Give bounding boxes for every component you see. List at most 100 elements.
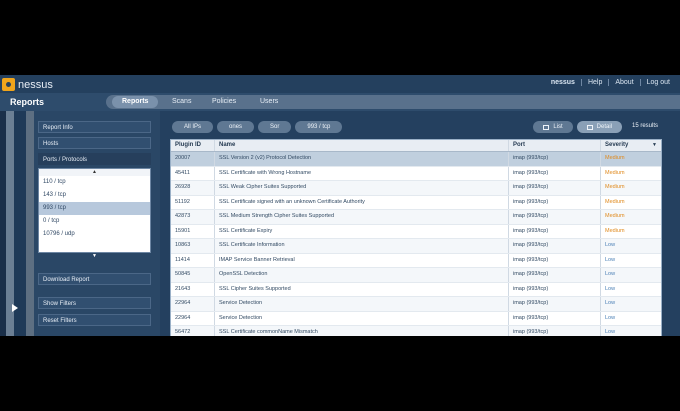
plugin-id-cell: 10863 — [171, 239, 215, 253]
tab-reports[interactable]: Reports — [112, 96, 159, 108]
page-title: Reports — [10, 97, 45, 107]
view-toggle: List Detail — [533, 121, 622, 133]
table-row[interactable]: 56472 SSL Certificate commonName Mismatch… — [171, 326, 661, 336]
plugin-id-cell: 15901 — [171, 224, 215, 238]
port-cell: imap (993/tcp) — [509, 224, 601, 238]
table-row[interactable]: 22964 Service Detection imap (993/tcp) Low — [171, 297, 661, 312]
plugin-id-cell: 42873 — [171, 210, 215, 224]
severity-cell: Low — [605, 256, 616, 263]
nav-bar: Reports Reports Scans Policies Users — [0, 93, 680, 111]
severity-cell: Medium — [605, 198, 625, 205]
ports-list: ▲ 110 / tcp 143 / tcp 993 / tcp 0 / tcp … — [38, 168, 151, 253]
table-row[interactable]: 15901 SSL Certificate Expiry imap (993/tcp… — [171, 224, 661, 239]
scroll-up-icon[interactable]: ▲ — [39, 169, 150, 176]
port-cell: imap (993/tcp) — [509, 152, 601, 166]
name-cell: SSL Weak Cipher Suites Supported — [215, 181, 509, 195]
nessus-logo[interactable]: nessus — [2, 78, 53, 91]
column-plugin-id[interactable]: Plugin ID — [171, 140, 215, 151]
tab-policies[interactable]: Policies — [202, 96, 246, 108]
port-item[interactable]: 10796 / udp — [39, 228, 150, 241]
port-cell: imap (993/tcp) — [509, 297, 601, 311]
table-row[interactable]: 21643 SSL Cipher Suites Supported imap (99… — [171, 282, 661, 297]
breadcrumb-port[interactable]: 993 / tcp — [295, 121, 343, 133]
table-row[interactable]: 11414 IMAP Service Banner Retrieval imap (… — [171, 253, 661, 268]
table-row[interactable]: 45411 SSL Certificate with Wrong Hostname… — [171, 166, 661, 181]
detail-view-label: Detail — [596, 124, 612, 130]
breadcrumb-all-ips[interactable]: All IPs — [172, 121, 214, 133]
logo-text: nessus — [18, 78, 53, 91]
main-panel: All IPs ones Sor 993 / tcp List Detail 1… — [160, 111, 680, 336]
severity-cell: Low — [605, 271, 616, 277]
plugin-id-cell: 26928 — [171, 181, 215, 195]
severity-cell: Low — [605, 329, 616, 335]
nessus-logo-icon — [2, 78, 15, 91]
column-severity-label: Severity — [605, 142, 629, 148]
results-count: 15 results — [631, 123, 658, 129]
show-filters-button[interactable]: Show Filters — [38, 297, 151, 309]
breadcrumb-sort[interactable]: Sor — [258, 121, 292, 133]
logout-link[interactable]: Log out — [639, 79, 676, 86]
port-cell: imap (993/tcp) — [509, 326, 601, 336]
severity-cell: Medium — [605, 169, 625, 176]
plugin-id-cell: 56472 — [171, 326, 215, 336]
name-cell: SSL Version 2 (v2) Protocol Detection — [215, 152, 509, 166]
username-link[interactable]: nessus — [545, 79, 581, 86]
table-row[interactable]: 51192 SSL Certificate signed with an unkn… — [171, 195, 661, 210]
column-port[interactable]: Port — [509, 140, 601, 151]
table-row[interactable]: 20007 SSL Version 2 (v2) Protocol Detecti… — [171, 152, 661, 167]
ports-protocols-header[interactable]: Ports / Protocols — [38, 153, 151, 165]
plugin-id-cell: 22964 — [171, 297, 215, 311]
breadcrumb-host[interactable]: ones — [217, 121, 255, 133]
port-cell: imap (993/tcp) — [509, 210, 601, 224]
name-cell: IMAP Service Banner Retrieval — [215, 253, 509, 267]
port-item-selected[interactable]: 993 / tcp — [39, 202, 150, 215]
column-name[interactable]: Name — [215, 140, 509, 151]
list-view-label: List — [553, 124, 563, 130]
name-cell: SSL Medium Strength Cipher Suites Suppor… — [215, 210, 509, 224]
name-cell: Service Detection — [215, 297, 509, 311]
port-item[interactable]: 110 / tcp — [39, 176, 150, 189]
port-item[interactable]: 0 / tcp — [39, 215, 150, 228]
results-table: Plugin ID Name Port Severity ▼ 20007 SSL … — [170, 139, 662, 336]
detail-view-button[interactable]: Detail — [576, 121, 622, 133]
port-cell: imap (993/tcp) — [509, 253, 601, 267]
table-row[interactable]: 22964 Service Detection imap (993/tcp) Low — [171, 311, 661, 326]
column-severity[interactable]: Severity ▼ — [601, 140, 661, 151]
scroll-down-icon[interactable]: ▼ — [38, 254, 151, 259]
report-info-button[interactable]: Report Info — [38, 121, 151, 133]
table-row[interactable]: 26928 SSL Weak Cipher Suites Supported ima… — [171, 181, 661, 196]
plugin-id-cell: 20007 — [171, 152, 215, 166]
list-view-button[interactable]: List — [533, 121, 573, 133]
help-link[interactable]: Help — [580, 79, 608, 86]
table-row[interactable]: 42873 SSL Medium Strength Cipher Suites S… — [171, 210, 661, 225]
tab-users[interactable]: Users — [250, 96, 288, 108]
severity-cell: Low — [605, 300, 616, 306]
hosts-button[interactable]: Hosts — [38, 137, 151, 149]
top-bar: nessus nessus Help About Log out — [0, 75, 680, 93]
port-cell: imap (993/tcp) — [509, 166, 601, 180]
severity-cell: Low — [605, 242, 616, 248]
table-body: 20007 SSL Version 2 (v2) Protocol Detecti… — [171, 152, 661, 336]
severity-cell: Low — [605, 285, 616, 292]
table-row[interactable]: 10863 SSL Certificate Information imap (99… — [171, 239, 661, 254]
plugin-id-cell: 11414 — [171, 253, 215, 267]
severity-cell: Medium — [605, 227, 625, 234]
about-link[interactable]: About — [608, 79, 639, 86]
plugin-id-cell: 45411 — [171, 166, 215, 180]
expand-arrow-icon[interactable] — [12, 304, 18, 312]
tab-scans[interactable]: Scans — [162, 96, 201, 108]
table-row[interactable]: 50845 OpenSSL Detection imap (993/tcp) Low — [171, 268, 661, 283]
port-cell: imap (993/tcp) — [509, 282, 601, 296]
breadcrumb: All IPs ones Sor 993 / tcp — [172, 121, 346, 133]
sort-down-icon: ▼ — [652, 142, 657, 148]
app-window: nessus nessus Help About Log out Reports… — [0, 75, 680, 336]
name-cell: SSL Certificate commonName Mismatch — [215, 326, 509, 336]
plugin-id-cell: 50845 — [171, 268, 215, 282]
severity-cell: Low — [605, 314, 616, 321]
plugin-id-cell: 21643 — [171, 282, 215, 296]
table-header: Plugin ID Name Port Severity ▼ — [171, 140, 661, 152]
port-item[interactable]: 143 / tcp — [39, 189, 150, 202]
name-cell: SSL Certificate Expiry — [215, 224, 509, 238]
download-report-button[interactable]: Download Report — [38, 273, 151, 285]
reset-filters-button[interactable]: Reset Filters — [38, 314, 151, 326]
